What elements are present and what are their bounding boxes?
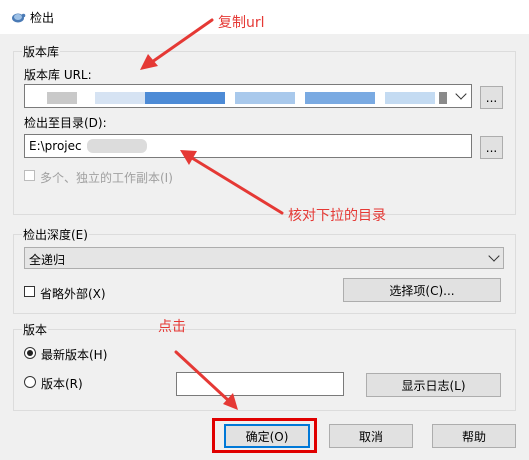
dir-blur-block <box>87 139 147 153</box>
choose-items-button[interactable]: 选择项(C)... <box>343 278 501 302</box>
omit-externals-checkbox[interactable] <box>24 286 35 297</box>
checkout-dir-label: 检出至目录(D): <box>24 116 107 130</box>
specific-revision-radio[interactable] <box>24 376 36 388</box>
repository-group-label: 版本库 <box>22 43 61 60</box>
omit-externals-label: 省略外部(X) <box>40 287 106 301</box>
repository-url-combobox[interactable] <box>24 84 472 108</box>
url-blur-block <box>305 92 375 104</box>
cancel-button[interactable]: 取消 <box>329 424 413 448</box>
checkout-dir-input[interactable]: E:\projec <box>24 134 472 158</box>
url-blur-block <box>385 92 435 104</box>
head-revision-radio[interactable] <box>24 347 36 359</box>
head-revision-label: 最新版本(H) <box>41 348 108 362</box>
checkout-dir-value: E:\projec <box>29 139 82 153</box>
revision-group <box>13 329 516 411</box>
ok-button[interactable]: 确定(O) <box>224 424 310 448</box>
multi-copy-checkbox[interactable] <box>24 170 35 181</box>
url-blur-block <box>145 92 225 104</box>
revision-input[interactable] <box>176 372 344 396</box>
window-title: 检出 <box>30 11 55 25</box>
depth-group <box>13 234 516 314</box>
show-log-button[interactable]: 显示日志(L) <box>366 373 501 397</box>
depth-group-label: 检出深度(E) <box>22 226 89 243</box>
browse-dir-button[interactable]: ... <box>480 136 503 159</box>
url-blur-block <box>235 92 295 104</box>
annotation-copy-url: 复制url <box>218 15 265 31</box>
url-blur-block <box>439 92 447 104</box>
browse-url-button[interactable]: ... <box>480 86 503 109</box>
tortoise-svn-icon <box>12 13 26 23</box>
url-blur-block <box>95 92 145 104</box>
repository-url-label: 版本库 URL: <box>24 68 92 82</box>
annotation-click: 点击 <box>158 319 186 335</box>
multi-copy-label: 多个、独立的工作副本(I) <box>40 171 173 185</box>
revision-group-label: 版本 <box>22 321 49 338</box>
url-blur-block <box>47 92 77 104</box>
annotation-check-dir: 核对下拉的目录 <box>288 208 386 224</box>
depth-selected: 全递归 <box>29 253 66 267</box>
dropdown-arrow-icon[interactable] <box>451 85 471 107</box>
help-button[interactable]: 帮助 <box>432 424 516 448</box>
chevron-down-icon <box>485 248 503 268</box>
specific-revision-label: 版本(R) <box>41 377 83 391</box>
depth-combobox[interactable]: 全递归 <box>24 247 504 269</box>
